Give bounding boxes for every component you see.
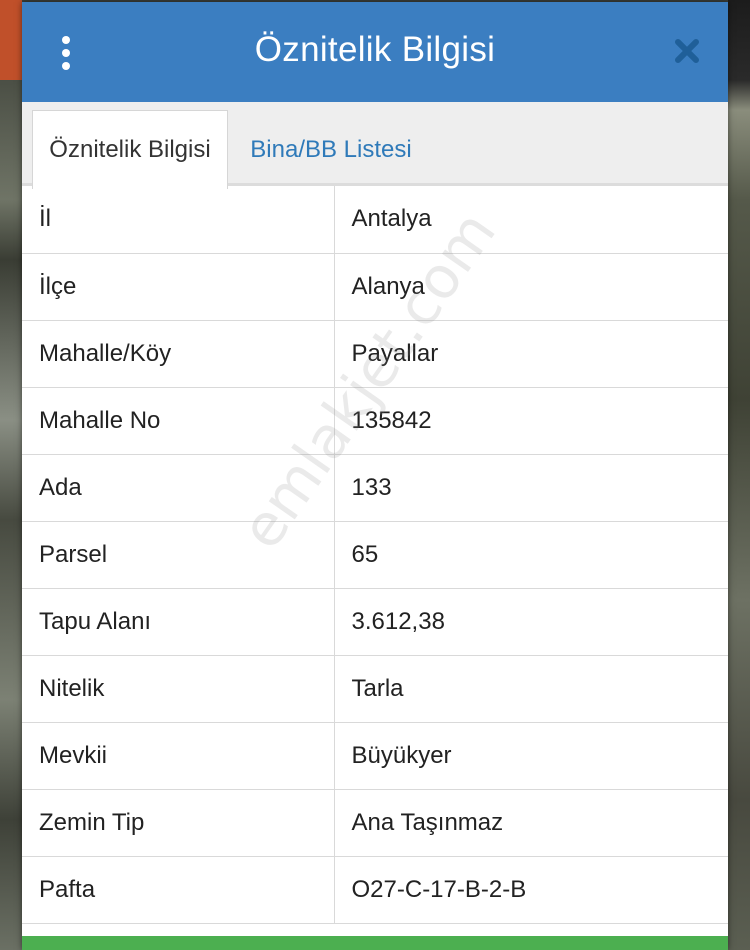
table-row: İlçe Alanya [22, 253, 728, 321]
attribute-key: Mahalle/Köy [22, 320, 335, 388]
attribute-key: İl [22, 186, 335, 254]
attribute-info-dialog: Öznitelik Bilgisi Öznitelik Bilgisi Bina… [22, 2, 728, 950]
table-row: Nitelik Tarla [22, 655, 728, 723]
attribute-table: İl Antalya İlçe Alanya Mahalle/Köy Payallar Ma… [22, 186, 728, 924]
table-row: Mahalle/Köy Payallar [22, 320, 728, 388]
table-row: Ada 133 [22, 454, 728, 522]
attribute-value: O27-C-17-B-2-B [334, 856, 728, 924]
attribute-key: Parsel [22, 521, 335, 589]
attribute-key: Nitelik [22, 655, 335, 723]
attribute-key: Mevkii [22, 722, 335, 790]
table-row: İl Antalya [22, 186, 728, 254]
attribute-value: 65 [334, 521, 728, 589]
attribute-value: Payallar [334, 320, 728, 388]
table-row: Pafta O27-C-17-B-2-B [22, 856, 728, 924]
attribute-key: Tapu Alanı [22, 588, 335, 656]
attribute-key: Zemin Tip [22, 789, 335, 857]
tab-bar: Öznitelik Bilgisi Bina/BB Listesi [22, 102, 728, 189]
table-row: Mahalle No 135842 [22, 387, 728, 455]
table-row: Parsel 65 [22, 521, 728, 589]
attribute-key: İlçe [22, 253, 335, 321]
table-row: Mevkii Büyükyer [22, 722, 728, 790]
tab-building-list[interactable]: Bina/BB Listesi [236, 110, 426, 189]
table-row: Tapu Alanı 3.612,38 [22, 588, 728, 656]
attribute-value: 3.612,38 [334, 588, 728, 656]
attribute-value: Alanya [334, 253, 728, 321]
table-row: Zemin Tip Ana Taşınmaz [22, 789, 728, 857]
tab-attribute-info[interactable]: Öznitelik Bilgisi [32, 110, 228, 189]
dialog-title: Öznitelik Bilgisi [254, 30, 496, 69]
map-background-left [0, 0, 22, 950]
attribute-value: Tarla [334, 655, 728, 723]
attribute-key: Ada [22, 454, 335, 522]
attribute-value: Ana Taşınmaz [334, 789, 728, 857]
dialog-header: Öznitelik Bilgisi [22, 2, 728, 102]
attribute-value: 135842 [334, 387, 728, 455]
attribute-key: Mahalle No [22, 387, 335, 455]
attribute-key: Pafta [22, 856, 335, 924]
close-icon[interactable] [674, 38, 700, 64]
attribute-value: 133 [334, 454, 728, 522]
attribute-value: Antalya [334, 186, 728, 254]
footer-bar [22, 936, 728, 950]
map-background-right [728, 0, 750, 950]
attribute-value: Büyükyer [334, 722, 728, 790]
